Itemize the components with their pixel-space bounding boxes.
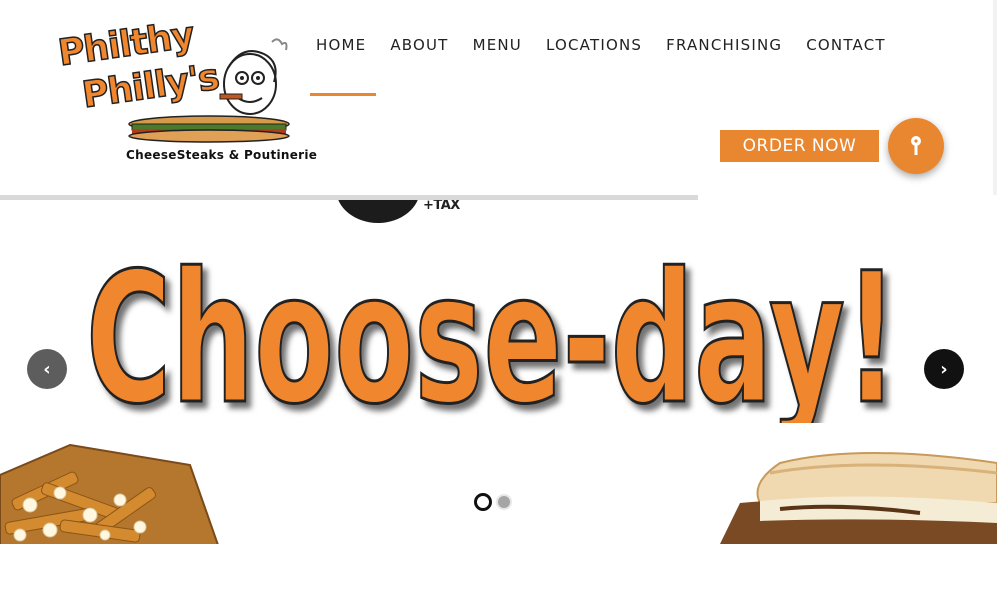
nav-locations[interactable]: LOCATIONS: [534, 30, 654, 62]
active-nav-indicator: [310, 93, 376, 96]
slider-progress-bar: [0, 195, 698, 200]
chevron-right-icon: ›: [940, 358, 948, 380]
key-icon: [911, 136, 921, 155]
page: Philthy Philly's CheeseSteaks & Poutiner…: [0, 0, 997, 603]
scrollbar[interactable]: [993, 0, 997, 195]
page-body: [0, 544, 997, 603]
slider-pagination: [474, 493, 512, 511]
nav-contact[interactable]: CONTACT: [794, 30, 898, 62]
cheesesteak-image: [720, 452, 997, 544]
site-logo[interactable]: Philthy Philly's CheeseSteaks & Poutiner…: [54, 14, 317, 170]
site-header: Philthy Philly's CheeseSteaks & Poutiner…: [0, 0, 997, 195]
chevron-left-icon: ‹: [43, 358, 51, 380]
logo-tagline: CheeseSteaks & Poutinerie: [126, 148, 318, 162]
slider-next-button[interactable]: ›: [924, 349, 964, 389]
nav-about[interactable]: ABOUT: [378, 30, 460, 62]
headline-graphic: Choose-day!: [85, 234, 900, 424]
headline-text: Choose-day!: [86, 235, 898, 423]
login-button[interactable]: [888, 118, 944, 174]
nav-menu[interactable]: MENU: [461, 30, 534, 62]
hero-slider: +TAX Choose-day! ‹ ›: [0, 195, 997, 544]
slider-dot-1[interactable]: [474, 493, 492, 511]
nav-home[interactable]: HOME: [304, 30, 378, 62]
tax-label: +TAX: [423, 198, 460, 213]
order-now-button[interactable]: ORDER NOW: [720, 130, 879, 162]
slider-prev-button[interactable]: ‹: [27, 349, 67, 389]
slider-dot-2[interactable]: [496, 494, 512, 510]
logo-sandwich-icon: [128, 115, 290, 143]
main-nav: HOME ABOUT MENU LOCATIONS FRANCHISING CO…: [304, 30, 898, 62]
mascot-icon: [219, 38, 288, 115]
poutine-image: [0, 443, 219, 544]
nav-franchising[interactable]: FRANCHISING: [654, 30, 794, 62]
